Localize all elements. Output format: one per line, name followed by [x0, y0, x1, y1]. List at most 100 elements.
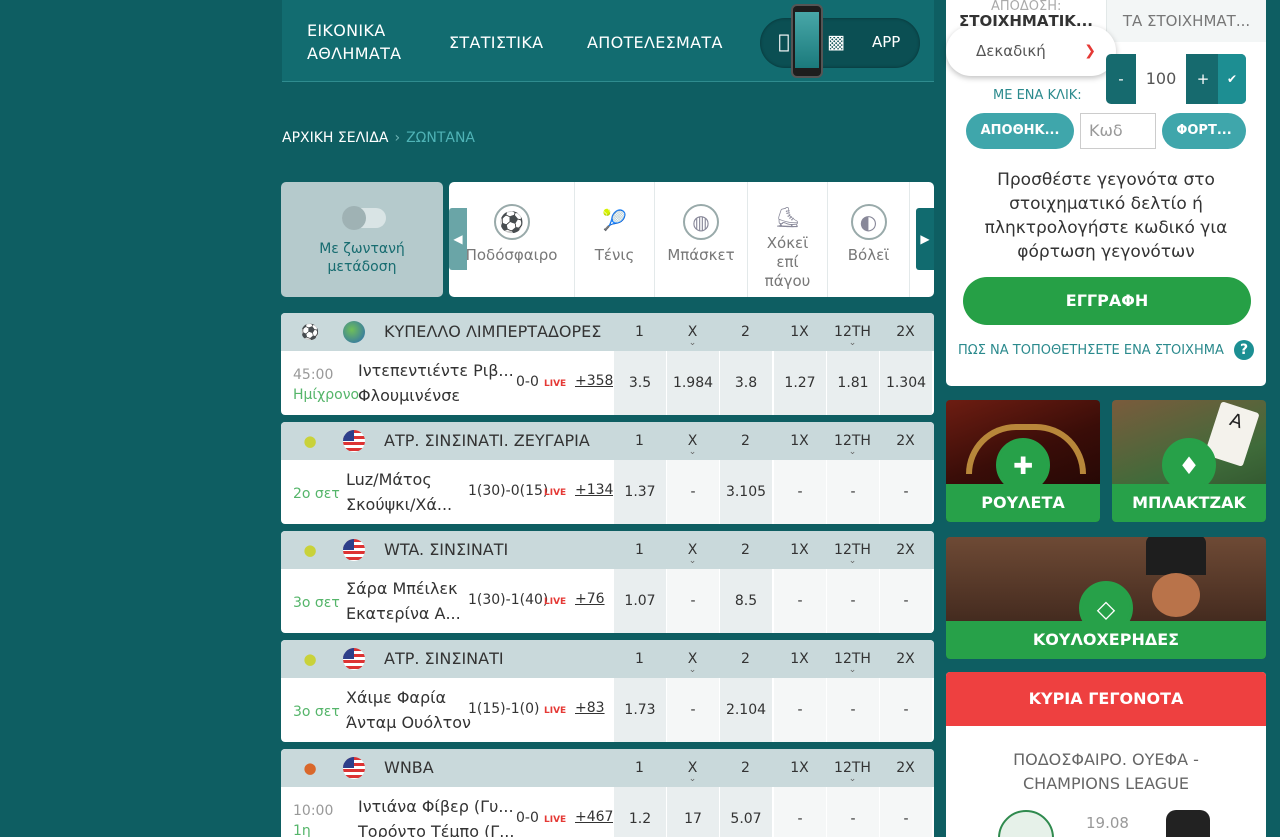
odd-button[interactable]: -: [879, 787, 932, 837]
market-header[interactable]: 1X: [773, 760, 826, 776]
market-header[interactable]: 1X: [773, 433, 826, 449]
market-header[interactable]: 1: [613, 324, 666, 340]
market-header[interactable]: 1: [613, 433, 666, 449]
market-header[interactable]: 2X: [879, 651, 932, 667]
event-teams[interactable]: Ιντιάνα Φίβερ (Γυ... Τορόντο Τέμπο (Γ...: [358, 794, 514, 837]
event-body[interactable]: 3ο σετ Χάιμε Φαρία Άνταμ Ουόλτον 1(15)-1(0)…: [281, 678, 934, 742]
help-icon[interactable]: ?: [1234, 340, 1254, 360]
odd-button[interactable]: -: [666, 569, 719, 633]
stake-input[interactable]: 100: [1136, 54, 1186, 104]
event-body[interactable]: 45:00 Ημίχρονο Ιντεπεντιέντε Ριβ... Φλουμιν…: [281, 351, 934, 415]
live-stream-toggle[interactable]: [342, 206, 386, 230]
nav-statistics[interactable]: ΣΤΑΤΙΣΤΙΚΑ: [449, 31, 543, 54]
market-header[interactable]: 2: [719, 760, 772, 776]
code-input[interactable]: Κωδ: [1080, 113, 1156, 149]
event-body[interactable]: 2ο σετ Luz/Μάτος Σκούψκι/Χά... 1(30)-0(15) L…: [281, 460, 934, 524]
market-header[interactable]: 1X: [773, 651, 826, 667]
odd-button[interactable]: -: [826, 787, 879, 837]
odd-button[interactable]: -: [773, 787, 826, 837]
market-header[interactable]: 2X: [879, 324, 932, 340]
market-header[interactable]: 12TH ⌄: [826, 651, 879, 675]
more-markets-link[interactable]: +76: [575, 591, 605, 607]
event-teams[interactable]: Ιντεπεντιέντε Ριβ... Φλουμινένσε: [358, 358, 514, 408]
odd-button[interactable]: 5.07: [719, 787, 772, 837]
event-body[interactable]: 3ο σετ Σάρα Μπέιλεκ Εκατερίνα Α... 1(30)-1(…: [281, 569, 934, 633]
odd-button[interactable]: 3.5: [613, 351, 666, 415]
promo-blackjack[interactable]: A ♦ ΜΠΛΑΚΤΖΑΚ: [1112, 400, 1266, 522]
market-header[interactable]: X ⌄: [666, 433, 719, 457]
market-header[interactable]: 1X: [773, 324, 826, 340]
odd-button[interactable]: -: [666, 678, 719, 742]
odd-button[interactable]: -: [826, 678, 879, 742]
android-icon[interactable]: ▩: [816, 18, 856, 68]
odd-button[interactable]: 1.37: [613, 460, 666, 524]
odd-button[interactable]: 17: [666, 787, 719, 837]
register-button[interactable]: ΕΓΓΡΑΦΗ: [963, 277, 1251, 325]
event-teams[interactable]: Σάρα Μπέιλεκ Εκατερίνα Α...: [346, 576, 461, 626]
market-header[interactable]: 1: [613, 542, 666, 558]
odd-button[interactable]: 1.27: [773, 351, 826, 415]
odd-button[interactable]: 8.5: [719, 569, 772, 633]
odd-button[interactable]: 1.73: [613, 678, 666, 742]
market-header[interactable]: 2X: [879, 760, 932, 776]
event-teams[interactable]: Χάιμε Φαρία Άνταμ Ουόλτον: [346, 685, 471, 735]
confirm-check-icon[interactable]: ✔: [1218, 54, 1246, 104]
more-markets-link[interactable]: +358: [575, 373, 613, 389]
odd-button[interactable]: 2.104: [719, 678, 772, 742]
odd-button[interactable]: 3.8: [719, 351, 772, 415]
market-header[interactable]: 1X: [773, 542, 826, 558]
how-to-bet-link[interactable]: ΠΩΣ ΝΑ ΤΟΠΟΘΕΤΗΣΕΤΕ ΕΝΑ ΣΤΟΙΧΗΜΑ: [958, 343, 1224, 358]
featured-league[interactable]: ΠΟΔΟΣΦΑΙΡΟ. ΟΥΕΦΑ - CHAMPIONS LEAGUE: [966, 748, 1246, 796]
odd-button[interactable]: -: [826, 460, 879, 524]
odd-button[interactable]: 1.81: [826, 351, 879, 415]
odd-button[interactable]: 1.2: [613, 787, 666, 837]
odds-format-select[interactable]: Δεκαδική ❯: [946, 26, 1116, 76]
save-button[interactable]: ΑΠΟΘΗΚ...: [966, 113, 1074, 149]
more-markets-link[interactable]: +83: [575, 700, 605, 716]
market-header[interactable]: 2: [719, 542, 772, 558]
nav-results[interactable]: ΑΠΟΤΕΛΕΣΜΑΤΑ: [587, 31, 723, 54]
more-markets-link[interactable]: +467: [575, 809, 613, 825]
odd-button[interactable]: 1.07: [613, 569, 666, 633]
market-header[interactable]: 2X: [879, 433, 932, 449]
app-download-pill[interactable]:  ▩ APP: [760, 4, 920, 78]
tab-my-bets[interactable]: ΤΑ ΣΤΟΙΧΗΜΑΤ...: [1106, 0, 1266, 42]
market-header[interactable]: 2: [719, 433, 772, 449]
promo-roulette[interactable]: ✚ ΡΟΥΛΕΤΑ: [946, 400, 1100, 522]
market-header[interactable]: X ⌄: [666, 760, 719, 784]
scroll-left-button[interactable]: ◀: [449, 208, 467, 270]
breadcrumb-home[interactable]: ΑΡΧΙΚΗ ΣΕΛΙΔΑ: [282, 130, 388, 146]
more-markets-link[interactable]: +134: [575, 482, 613, 498]
market-header[interactable]: 1: [613, 760, 666, 776]
stake-increase-button[interactable]: +: [1188, 54, 1218, 104]
odd-button[interactable]: -: [879, 678, 932, 742]
market-header[interactable]: 12TH ⌄: [826, 324, 879, 348]
market-header[interactable]: 1: [613, 651, 666, 667]
market-header[interactable]: 12TH ⌄: [826, 433, 879, 457]
odd-button[interactable]: 3.105: [719, 460, 772, 524]
odd-button[interactable]: -: [879, 460, 932, 524]
event-teams[interactable]: Luz/Μάτος Σκούψκι/Χά...: [346, 467, 452, 517]
market-header[interactable]: X ⌄: [666, 324, 719, 348]
sport-tab-ice-hockey[interactable]: ⛸ Χόκεϊ επί πάγου: [748, 182, 828, 297]
market-header[interactable]: 12TH ⌄: [826, 760, 879, 784]
nav-virtual-sports[interactable]: ΕΙΚΟΝΙΚΑ ΑΘΛΗΜΑΤΑ: [307, 19, 417, 65]
event-body[interactable]: 10:00 1η Ιντιάνα Φίβερ (Γυ... Τορόντο Τέμπο…: [281, 787, 934, 837]
market-header[interactable]: 2: [719, 651, 772, 667]
odd-button[interactable]: -: [879, 569, 932, 633]
market-header[interactable]: 12TH ⌄: [826, 542, 879, 566]
sport-tab-soccer[interactable]: ⚽ Ποδόσφαιρο: [449, 182, 575, 297]
odd-button[interactable]: -: [773, 460, 826, 524]
sport-tab-basketball[interactable]: ◍ Μπάσκετ: [655, 182, 748, 297]
market-header[interactable]: 2: [719, 324, 772, 340]
odd-button[interactable]: 1.304: [879, 351, 932, 415]
scroll-right-button[interactable]: ▶: [916, 208, 934, 270]
odd-button[interactable]: -: [773, 678, 826, 742]
app-label[interactable]: APP: [872, 33, 900, 51]
market-header[interactable]: 2X: [879, 542, 932, 558]
odd-button[interactable]: -: [773, 569, 826, 633]
market-header[interactable]: X ⌄: [666, 542, 719, 566]
live-stream-filter[interactable]: Με ζωντανή μετάδοση: [281, 182, 443, 297]
promo-leprechauns[interactable]: ◇ ΚΟΥΛΟΧΕΡΗΔΕΣ: [946, 537, 1266, 659]
stake-decrease-button[interactable]: -: [1106, 54, 1136, 104]
